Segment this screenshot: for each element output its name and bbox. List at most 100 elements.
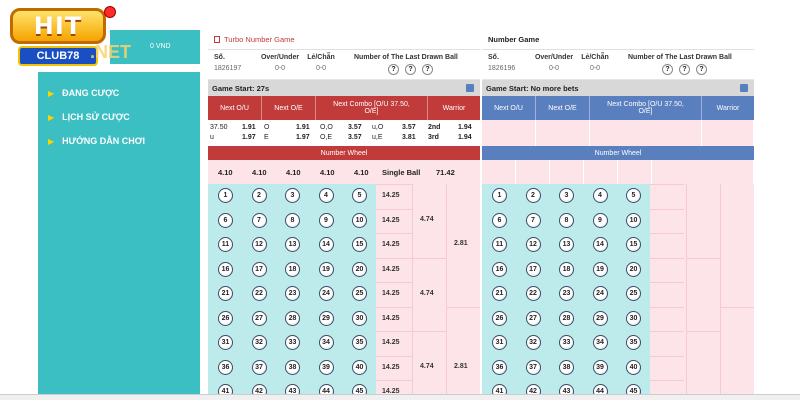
row-odd[interactable]: 14.25 [382,364,400,371]
number-ball[interactable]: 21 [492,286,507,301]
menu-item-betting[interactable]: ▶ ĐANG CƯỢC [48,86,119,100]
number-ball[interactable]: 16 [218,261,233,277]
number-ball[interactable]: 14 [592,237,608,252]
number-ball[interactable]: 8 [559,212,574,228]
odd-value[interactable]: 3.57 [402,124,416,131]
odd-value[interactable]: 3.57 [348,124,362,131]
number-ball[interactable]: 34 [318,335,334,350]
number-ball[interactable]: 9 [318,212,334,228]
number-ball[interactable]: 20 [352,261,367,277]
number-ball[interactable]: 23 [559,286,574,301]
number-ball[interactable]: 22 [525,286,541,301]
number-ball[interactable]: 25 [626,286,641,301]
number-ball[interactable]: 31 [492,335,507,350]
odd-value[interactable]: 1.97 [296,134,310,141]
number-ball[interactable]: 13 [285,237,300,252]
big-odd[interactable]: 2.81 [454,363,468,370]
number-ball[interactable]: 24 [318,286,334,301]
number-ball[interactable]: 7 [251,212,267,228]
number-ball[interactable]: 26 [492,310,507,326]
big-odd[interactable]: 2.81 [454,240,468,247]
number-ball[interactable]: 36 [218,359,233,375]
number-ball[interactable]: 3 [285,188,300,203]
number-ball[interactable]: 30 [626,310,641,326]
odd-value[interactable]: 1.94 [458,124,472,131]
number-ball[interactable]: 34 [592,335,608,350]
number-ball[interactable]: 33 [285,335,300,350]
number-ball[interactable]: 12 [251,237,267,252]
number-ball[interactable]: 35 [626,335,641,350]
number-ball[interactable]: 21 [218,286,233,301]
number-ball[interactable]: 36 [492,359,507,375]
number-ball[interactable]: 17 [525,261,541,277]
number-ball[interactable]: 20 [626,261,641,277]
number-ball[interactable]: 38 [559,359,574,375]
number-ball[interactable]: 18 [559,261,574,277]
number-ball[interactable]: 24 [592,286,608,301]
number-ball[interactable]: 6 [492,212,507,228]
number-ball[interactable]: 1 [492,188,507,203]
wheel-odd[interactable]: 4.10 [286,168,301,177]
number-ball[interactable]: 28 [285,310,300,326]
number-ball[interactable]: 11 [218,237,233,252]
number-ball[interactable]: 26 [218,310,233,326]
number-ball[interactable]: 37 [251,359,267,375]
number-ball[interactable]: 15 [352,237,367,252]
number-ball[interactable]: 18 [285,261,300,277]
number-ball[interactable]: 10 [352,212,367,228]
number-ball[interactable]: 15 [626,237,641,252]
row-odd[interactable]: 14.25 [382,266,400,273]
odd-value[interactable]: 1.94 [458,134,472,141]
number-ball[interactable]: 32 [525,335,541,350]
menu-item-history[interactable]: ▶ LỊCH SỬ CƯỢC [48,110,130,124]
odd-value[interactable]: 1.91 [242,124,256,131]
number-ball[interactable]: 9 [592,212,608,228]
number-ball[interactable]: 1 [218,188,233,203]
number-ball[interactable]: 11 [492,237,507,252]
number-ball[interactable]: 8 [285,212,300,228]
number-ball[interactable]: 29 [318,310,334,326]
number-ball[interactable]: 39 [592,359,608,375]
number-ball[interactable]: 19 [318,261,334,277]
number-ball[interactable]: 10 [626,212,641,228]
number-ball[interactable]: 3 [559,188,574,203]
number-ball[interactable]: 39 [318,359,334,375]
number-ball[interactable]: 12 [525,237,541,252]
odd-value[interactable]: 3.57 [348,134,362,141]
number-ball[interactable]: 6 [218,212,233,228]
number-ball[interactable]: 4 [592,188,608,203]
number-ball[interactable]: 5 [626,188,641,203]
group-odd[interactable]: 4.74 [420,363,434,370]
row-odd[interactable]: 14.25 [382,241,400,248]
number-ball[interactable]: 40 [352,359,367,375]
number-ball[interactable]: 22 [251,286,267,301]
wheel-odd[interactable]: 4.10 [252,168,267,177]
row-odd[interactable]: 14.25 [382,339,400,346]
row-odd[interactable]: 14.25 [382,192,400,199]
number-ball[interactable]: 2 [525,188,541,203]
number-ball[interactable]: 4 [318,188,334,203]
group-odd[interactable]: 4.74 [420,290,434,297]
number-ball[interactable]: 38 [285,359,300,375]
odd-value[interactable]: 1.91 [296,124,310,131]
number-ball[interactable]: 13 [559,237,574,252]
number-ball[interactable]: 14 [318,237,334,252]
number-ball[interactable]: 7 [525,212,541,228]
number-ball[interactable]: 16 [492,261,507,277]
number-ball[interactable]: 35 [352,335,367,350]
menu-item-guide[interactable]: ▶ HƯỚNG DẪN CHƠI [48,134,145,148]
number-ball[interactable]: 33 [559,335,574,350]
wheel-odd[interactable]: 4.10 [320,168,335,177]
number-ball[interactable]: 2 [251,188,267,203]
number-ball[interactable]: 40 [626,359,641,375]
number-ball[interactable]: 25 [352,286,367,301]
info-icon[interactable] [740,84,748,92]
info-icon[interactable] [466,84,474,92]
number-ball[interactable]: 5 [352,188,367,203]
number-ball[interactable]: 30 [352,310,367,326]
number-ball[interactable]: 29 [592,310,608,326]
number-ball[interactable]: 23 [285,286,300,301]
number-ball[interactable]: 17 [251,261,267,277]
group-odd[interactable]: 4.74 [420,216,434,223]
odd-value[interactable]: 1.97 [242,134,256,141]
